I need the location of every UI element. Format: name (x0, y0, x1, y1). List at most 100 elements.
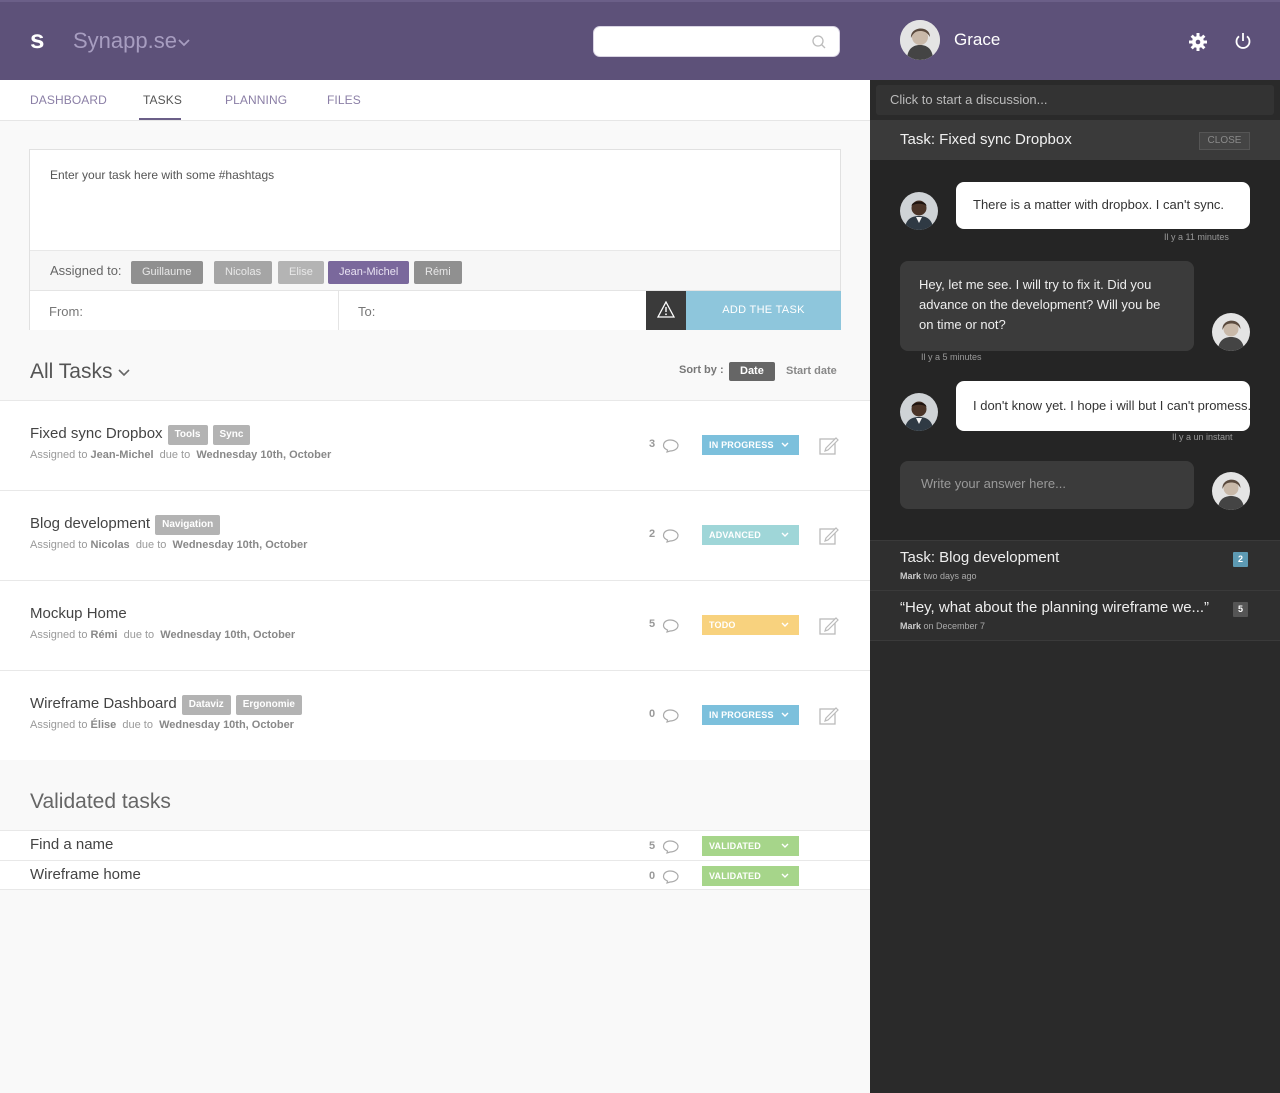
status-dropdown[interactable]: IN PROGRESS (702, 705, 799, 725)
tab-planning[interactable]: PLANNING (225, 93, 287, 107)
divider (338, 291, 339, 330)
discussion-time: on December 7 (923, 621, 986, 631)
discussion-item[interactable]: Task: Blog development Mark two days ago 2 (870, 540, 1280, 590)
assignee-guillaume[interactable]: Guillaume (131, 261, 203, 284)
task-title[interactable]: Mockup Home (30, 605, 127, 622)
discussion-title[interactable]: “Hey, what about the planning wireframe … (900, 599, 1209, 616)
task-title[interactable]: Blog development Navigation (30, 515, 221, 535)
status-dropdown[interactable]: ADVANCED (702, 525, 799, 545)
task-assignee[interactable]: Élise (91, 719, 117, 731)
assignee-row: Assigned to: Guillaume Nicolas Elise Jea… (30, 251, 840, 291)
task-title-text[interactable]: Wireframe Dashboard (30, 695, 177, 712)
task-title[interactable]: Fixed sync Dropbox Tools Sync (30, 425, 251, 445)
hashtag-badge[interactable]: Ergonomie (235, 695, 302, 715)
answer-input[interactable]: Write your answer here... (900, 461, 1194, 509)
assignee-nicolas[interactable]: Nicolas (214, 261, 273, 284)
tab-tasks[interactable]: TASKS (143, 93, 182, 107)
comment-icon[interactable] (662, 439, 680, 453)
task-row[interactable]: Wireframe Dashboard Dataviz Ergonomie Assig… (0, 670, 870, 760)
tab-dashboard[interactable]: DASHBOARD (30, 93, 107, 107)
power-icon[interactable] (1234, 32, 1252, 50)
add-task-button[interactable]: ADD THE TASK (686, 291, 841, 330)
comment-count: 0 (649, 708, 656, 720)
sort-by-start-date[interactable]: Start date (786, 365, 837, 377)
gear-icon[interactable] (1188, 32, 1208, 52)
assigned-label: Assigned to: (50, 263, 122, 278)
validated-task-title[interactable]: Find a name (30, 836, 113, 853)
task-row[interactable]: Mockup Home Assigned to Rémi due to Wedne… (0, 580, 870, 670)
chevron-down-icon (781, 442, 789, 447)
search-input[interactable] (593, 26, 840, 57)
edit-icon[interactable] (819, 435, 839, 455)
workspace-name[interactable]: Synapp.se (73, 28, 177, 54)
from-date-field[interactable]: From: (49, 304, 83, 319)
discussion-author: Mark (900, 571, 922, 581)
task-row[interactable]: Blog development Navigation Assigned to Ni… (0, 490, 870, 580)
task-meta: Assigned to Nicolas due to Wednesday 10t… (30, 539, 307, 551)
task-title-text[interactable]: Fixed sync Dropbox (30, 425, 163, 442)
validated-task-title[interactable]: Wireframe home (30, 866, 141, 883)
chevron-down-icon[interactable] (117, 366, 131, 380)
discussion-item[interactable]: “Hey, what about the planning wireframe … (870, 590, 1280, 640)
task-due-date: Wednesday 10th, October (159, 719, 294, 731)
comment-icon[interactable] (662, 840, 680, 854)
assignee-elise[interactable]: Elise (278, 261, 324, 284)
user-name[interactable]: Grace (954, 30, 1000, 50)
date-row: From: To: ADD THE TASK (30, 291, 841, 330)
hashtag-badge[interactable]: Navigation (155, 515, 221, 535)
comment-count: 5 (649, 618, 656, 630)
discussion-meta: Mark on December 7 (900, 621, 985, 631)
close-button[interactable]: CLOSE (1199, 132, 1250, 150)
tab-bar: DASHBOARD TASKS PLANNING FILES (0, 80, 870, 121)
avatar (900, 192, 938, 230)
hashtag-badge[interactable]: Dataviz (181, 695, 231, 715)
sort-by-date[interactable]: Date (729, 362, 775, 381)
edit-icon[interactable] (819, 705, 839, 725)
status-dropdown[interactable]: TODO (702, 615, 799, 635)
discussion-time: two days ago (923, 571, 977, 581)
comment-icon[interactable] (662, 870, 680, 884)
validated-row[interactable]: Find a name 5 VALIDATED (0, 830, 870, 860)
edit-icon[interactable] (819, 615, 839, 635)
status-dropdown[interactable]: IN PROGRESS (702, 435, 799, 455)
status-label: ADVANCED (709, 530, 761, 540)
avatar[interactable] (900, 20, 940, 60)
to-date-field[interactable]: To: (358, 304, 375, 319)
avatar (1212, 313, 1250, 351)
task-assignee[interactable]: Nicolas (91, 539, 130, 551)
validated-row[interactable]: Wireframe home 0 VALIDATED (0, 860, 870, 890)
assignee-remi[interactable]: Rémi (414, 261, 462, 284)
assignee-jean-michel[interactable]: Jean-Michel (328, 261, 410, 284)
search-icon[interactable] (811, 34, 827, 50)
app-logo[interactable]: s (30, 24, 44, 55)
start-discussion-input[interactable]: Click to start a discussion... (876, 85, 1274, 115)
chat-title: Task: Fixed sync Dropbox (900, 131, 1072, 148)
hashtag-badge[interactable]: Sync (212, 425, 251, 445)
chevron-down-icon (781, 873, 789, 878)
task-title-text[interactable]: Mockup Home (30, 605, 127, 622)
comment-icon[interactable] (662, 529, 680, 543)
task-row[interactable]: Fixed sync Dropbox Tools Sync Assigned to J… (0, 400, 870, 490)
task-assignee[interactable]: Rémi (91, 629, 118, 641)
task-title-text[interactable]: Blog development (30, 515, 150, 532)
task-list-title[interactable]: All Tasks (30, 360, 112, 384)
chevron-down-icon[interactable] (177, 36, 191, 50)
task-input[interactable]: Enter your task here with some #hashtags (30, 150, 840, 251)
task-assignee[interactable]: Jean-Michel (91, 449, 154, 461)
task-title[interactable]: Wireframe Dashboard Dataviz Ergonomie (30, 695, 302, 715)
active-tab-indicator (139, 118, 181, 120)
priority-button[interactable] (646, 291, 686, 330)
sort-label: Sort by : (679, 364, 724, 376)
comment-icon[interactable] (662, 619, 680, 633)
discussion-meta: Mark two days ago (900, 571, 977, 581)
comment-icon[interactable] (662, 709, 680, 723)
status-dropdown[interactable]: VALIDATED (702, 866, 799, 886)
tab-files[interactable]: FILES (327, 93, 361, 107)
warning-icon (657, 301, 675, 318)
status-dropdown[interactable]: VALIDATED (702, 836, 799, 856)
edit-icon[interactable] (819, 525, 839, 545)
task-meta: Assigned to Élise due to Wednesday 10th,… (30, 719, 294, 731)
discussion-title[interactable]: Task: Blog development (900, 549, 1059, 566)
chat-message: I don't know yet. I hope i will but I ca… (956, 381, 1250, 431)
hashtag-badge[interactable]: Tools (167, 425, 208, 445)
